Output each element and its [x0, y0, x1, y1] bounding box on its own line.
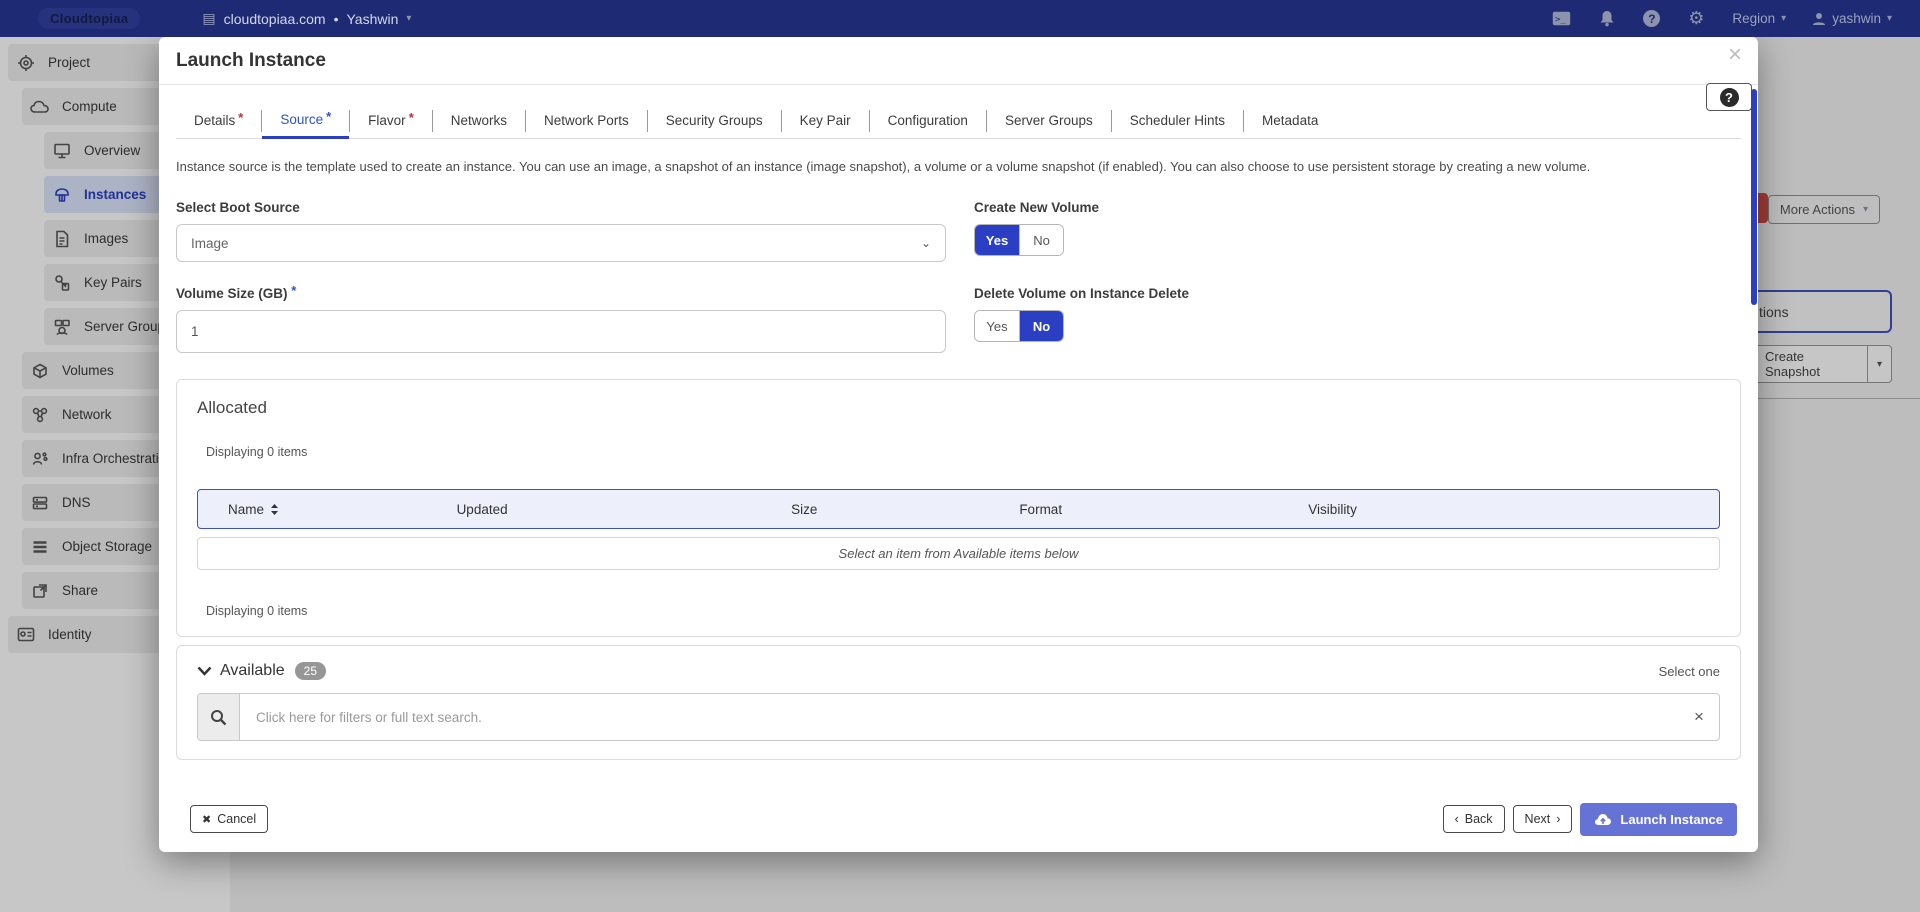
- volume-size-input[interactable]: [176, 310, 946, 353]
- displaying-count-bottom: Displaying 0 items: [206, 604, 308, 618]
- launch-instance-button[interactable]: Launch Instance: [1580, 802, 1737, 836]
- tab-network-ports[interactable]: Network Ports: [526, 103, 647, 139]
- chevron-down-icon[interactable]: [197, 666, 212, 676]
- top-navbar: Cloudtopiaa ▤ cloudtopiaa.com • Yashwin …: [0, 0, 1920, 37]
- tab-metadata[interactable]: Metadata: [1244, 103, 1336, 139]
- chevron-down-icon: ▾: [1781, 13, 1787, 24]
- create-volume-label: Create New Volume: [974, 200, 1100, 215]
- column-name[interactable]: Name: [198, 502, 457, 517]
- column-visibility[interactable]: Visibility: [1308, 502, 1719, 517]
- breadcrumb-project: Yashwin: [346, 10, 399, 27]
- search-icon: [211, 709, 227, 725]
- next-arrow-icon: ›: [1556, 812, 1561, 826]
- allocated-empty-row: Select an item from Available items belo…: [197, 537, 1720, 570]
- launch-instance-modal: Launch Instance × ? Details * Source * F…: [159, 37, 1758, 852]
- gear-icon[interactable]: ⚙: [1686, 8, 1706, 29]
- tab-details[interactable]: Details *: [176, 103, 261, 139]
- search-icon-segment[interactable]: [198, 694, 240, 740]
- breadcrumb-separator: •: [333, 10, 339, 27]
- cancel-button[interactable]: ✖ Cancel: [190, 805, 269, 833]
- tab-key-pair[interactable]: Key Pair: [782, 103, 869, 139]
- back-arrow-icon: ‹: [1454, 812, 1459, 826]
- required-marker: *: [408, 110, 414, 125]
- tab-flavor[interactable]: Flavor *: [350, 103, 432, 139]
- cancel-x-icon: ✖: [202, 813, 212, 826]
- page-title: Launch Instance: [176, 49, 326, 71]
- modal-header: Launch Instance ×: [159, 37, 1758, 85]
- modal-footer: ✖ Cancel ‹ Back Next › Launch Instance: [159, 796, 1758, 852]
- bell-icon[interactable]: [1597, 9, 1617, 29]
- tab-server-groups[interactable]: Server Groups: [987, 103, 1111, 139]
- breadcrumb[interactable]: ▤ cloudtopiaa.com • Yashwin ▾: [202, 10, 411, 27]
- column-size[interactable]: Size: [791, 502, 1019, 517]
- available-panel: Available 25 Select one ×: [176, 645, 1741, 760]
- source-description: Instance source is the template used to …: [176, 159, 1591, 174]
- delete-volume-yes-button[interactable]: Yes: [975, 311, 1019, 341]
- available-search-bar: ×: [197, 693, 1720, 741]
- tab-networks[interactable]: Networks: [433, 103, 525, 139]
- delete-volume-label: Delete Volume on Instance Delete: [974, 286, 1190, 301]
- breadcrumb-domain: cloudtopiaa.com: [223, 10, 326, 27]
- column-format[interactable]: Format: [1019, 502, 1308, 517]
- close-icon[interactable]: ×: [1728, 43, 1742, 67]
- delete-volume-toggle: Yes No: [974, 310, 1064, 342]
- clear-search-icon[interactable]: ×: [1679, 694, 1719, 740]
- cloud-upload-icon: [1595, 813, 1612, 825]
- required-marker: *: [238, 110, 244, 125]
- column-updated[interactable]: Updated: [457, 502, 792, 517]
- modal-scrollbar[interactable]: [1751, 89, 1757, 305]
- question-icon: ?: [1719, 87, 1739, 107]
- user-icon: [1813, 12, 1826, 25]
- tab-scheduler-hints[interactable]: Scheduler Hints: [1112, 103, 1243, 139]
- chevron-down-icon: ▾: [406, 13, 412, 24]
- help-button[interactable]: ?: [1706, 83, 1752, 111]
- boot-source-label: Select Boot Source: [176, 200, 300, 215]
- chevron-down-icon: ⌄: [920, 236, 931, 250]
- required-marker: *: [326, 108, 332, 124]
- required-marker: *: [291, 283, 297, 298]
- boot-source-select[interactable]: Image ⌄: [176, 224, 946, 262]
- allocated-title: Allocated: [197, 398, 267, 417]
- delete-volume-no-button[interactable]: No: [1019, 311, 1063, 341]
- select-one-hint: Select one: [1658, 663, 1720, 679]
- region-selector[interactable]: Region ▾: [1732, 11, 1786, 26]
- wizard-tabs: Details * Source * Flavor * Networks Net…: [176, 103, 1741, 139]
- back-button[interactable]: ‹ Back: [1442, 805, 1505, 833]
- displaying-count-top: Displaying 0 items: [206, 445, 308, 459]
- create-volume-toggle: Yes No: [974, 224, 1064, 256]
- tab-security-groups[interactable]: Security Groups: [648, 103, 781, 139]
- tab-source[interactable]: Source *: [262, 102, 350, 139]
- volume-size-label: Volume Size (GB) *: [176, 283, 297, 301]
- available-count-badge: 25: [294, 662, 326, 680]
- create-volume-no-button[interactable]: No: [1019, 225, 1063, 255]
- next-button[interactable]: Next ›: [1512, 805, 1573, 833]
- help-icon[interactable]: ?: [1643, 10, 1661, 27]
- tab-configuration[interactable]: Configuration: [870, 103, 986, 139]
- window-icon: ▤: [202, 10, 216, 26]
- sort-icon: [271, 503, 279, 515]
- chevron-down-icon: ▾: [1886, 13, 1892, 24]
- search-input[interactable]: [240, 694, 1679, 740]
- allocated-panel: Allocated Displaying 0 items Name Update…: [176, 379, 1741, 637]
- available-title: Available: [220, 662, 285, 679]
- terminal-icon[interactable]: >_: [1551, 9, 1571, 29]
- user-menu[interactable]: yashwin ▾: [1812, 11, 1892, 26]
- create-volume-yes-button[interactable]: Yes: [975, 225, 1019, 255]
- svg-text:>_: >_: [1555, 15, 1566, 25]
- allocated-table-header: Name Updated Size Format Visibility: [197, 489, 1720, 529]
- brand-logo[interactable]: Cloudtopiaa: [38, 8, 141, 29]
